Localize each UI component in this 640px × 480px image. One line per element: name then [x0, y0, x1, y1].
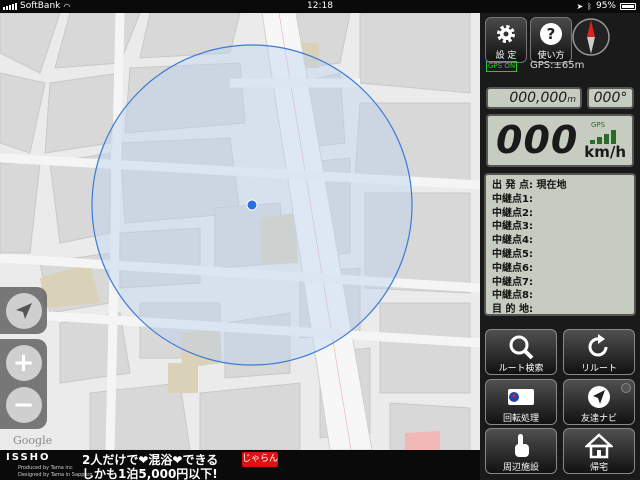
route-waypoint-4[interactable]: 中継点4:: [492, 234, 628, 248]
rotate-label: 回転処理: [502, 414, 539, 424]
clock: 12:18: [307, 1, 333, 11]
route-waypoint-6[interactable]: 中継点6:: [492, 262, 628, 276]
magnifier-icon: [509, 335, 534, 360]
route-waypoint-3[interactable]: 中継点3:: [492, 220, 628, 234]
ad-brand-sub1: Produced by Tama inc: [18, 465, 73, 471]
speed-gps-label: GPS: [591, 121, 606, 129]
speed-value: 000: [496, 118, 579, 162]
gps-accuracy: GPS:±65m: [530, 60, 585, 71]
route-waypoint-7[interactable]: 中継点7:: [492, 276, 628, 290]
google-attribution: Google: [13, 434, 53, 447]
route-start[interactable]: 出 発 点: 現在地: [492, 179, 628, 193]
route-waypoint-8[interactable]: 中継点8:: [492, 289, 628, 303]
battery-percent: 95%: [595, 1, 616, 11]
compass-icon: [572, 18, 610, 56]
nearby-facilities-label: 周辺施設: [502, 463, 539, 473]
status-bar: SoftBank ◠ 12:18 ➤ ᛒ 95%: [0, 0, 640, 13]
route-waypoint-2[interactable]: 中継点2:: [492, 207, 628, 221]
gear-icon: [497, 25, 515, 43]
compass-ready-icon: [508, 389, 534, 405]
current-location-dot: [246, 199, 258, 211]
locate-button[interactable]: [0, 287, 47, 334]
gps-status: GPS ON GPS:±65m: [486, 60, 634, 74]
settings-button[interactable]: 設 定: [485, 17, 527, 63]
route-list: 出 発 点: 現在地 中継点1: 中継点2: 中継点3: 中継点4: 中継点5:…: [484, 173, 636, 316]
navigation-arrow-icon: [588, 386, 610, 408]
refresh-icon: [588, 334, 608, 357]
direction-display: 000°: [587, 87, 634, 109]
nearby-facilities-button[interactable]: 周辺施設: [485, 428, 557, 474]
bluetooth-icon: ᛒ: [587, 1, 592, 11]
home-button[interactable]: 帰宅: [563, 428, 635, 474]
zoom-in-button[interactable]: +: [5, 345, 42, 381]
ad-banner[interactable]: ISSHO Produced by Tama inc Designed by T…: [0, 450, 480, 480]
gps-on-badge: GPS ON: [486, 61, 518, 72]
speed-unit: km/h: [584, 143, 626, 161]
map-canvas: [0, 13, 480, 450]
distance-unit: m: [567, 95, 576, 105]
pointing-hand-icon: [515, 434, 529, 457]
distance-value: 000,000: [509, 90, 568, 106]
reroute-button[interactable]: リルート: [563, 329, 635, 375]
route-search-button[interactable]: ルート検索: [485, 329, 557, 375]
route-waypoint-1[interactable]: 中継点1:: [492, 193, 628, 207]
zoom-out-button[interactable]: −: [5, 387, 42, 423]
help-button[interactable]: ? 使い方: [530, 17, 572, 63]
house-icon: [585, 433, 613, 459]
speed-display: 000 GPS km/h: [486, 114, 634, 167]
question-icon: ?: [540, 23, 562, 45]
battery-icon: [620, 2, 636, 10]
route-destination[interactable]: 目 的 地:: [492, 303, 628, 317]
rotate-button[interactable]: 回転処理: [485, 379, 557, 425]
ad-subline: しかも1泊5,000円以下!: [82, 467, 218, 480]
friend-navi-label: 友達ナビ: [580, 414, 617, 424]
location-arrow-icon: [5, 292, 42, 329]
svg-text:?: ?: [547, 25, 556, 43]
gps-signal-bars-icon: [590, 130, 616, 144]
route-search-label: ルート検索: [498, 364, 544, 374]
distance-display: 000,000m: [486, 87, 582, 109]
home-label: 帰宅: [589, 463, 608, 473]
location-services-icon: ➤: [576, 1, 584, 11]
map-view[interactable]: Google: [0, 13, 480, 450]
ad-brand: ISSHO: [6, 452, 51, 463]
status-indicator-icon: [621, 383, 631, 393]
ad-badge: じゃらん: [242, 452, 278, 467]
zoom-controls: + −: [0, 339, 47, 429]
reroute-label: リルート: [580, 364, 617, 374]
route-waypoint-5[interactable]: 中継点5:: [492, 248, 628, 262]
